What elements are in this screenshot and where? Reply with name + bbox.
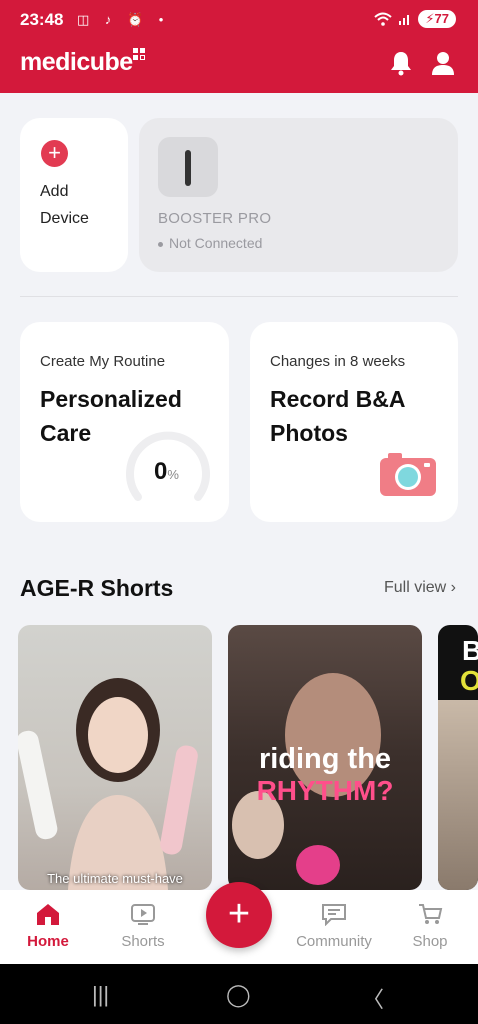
short-caption-line2: O [460,665,478,696]
cart-icon [419,904,443,924]
add-device-label: Add Device [40,183,89,227]
nav-label: Home [27,933,69,950]
add-fab-button[interactable]: + [206,882,272,948]
nav-label: Shorts [121,933,165,950]
top-bar: 23:48 ◫ ♪ ⏰ • ⚡77 medicube [0,0,478,93]
add-device-button[interactable]: + Add Device [20,118,128,272]
shorts-section-title: AGE-R Shorts [20,575,174,601]
short-video-card[interactable]: riding the RHYTHM? [228,625,422,890]
home-button-icon[interactable]: ◯ [226,982,251,1008]
short-caption-line2: RHYTHM? [256,775,394,806]
record-title: Record B&A Photos [270,386,405,446]
device-name: BOOSTER PRO [158,210,272,227]
status-bar: 23:48 ◫ ♪ ⏰ • ⚡77 [0,0,478,40]
system-nav-bar: ||| ◯ 〈 [0,964,478,1024]
wifi-icon [374,12,393,26]
record-subtitle: Changes in 8 weeks [270,353,406,370]
progress-value: 0% [154,458,179,485]
device-image [185,150,191,186]
battery-indicator: ⚡77 [418,10,456,28]
device-thumbnail [158,137,218,197]
full-view-link[interactable]: Full view › [384,579,456,597]
nav-shorts[interactable]: Shorts [95,890,191,964]
plus-icon: + [41,140,68,167]
status-icons: ◫ ♪ ⏰ • [77,12,170,27]
device-status: Not Connected [158,235,262,251]
short-caption-line1: B [462,635,478,666]
status-time: 23:48 [20,10,64,29]
short-video-card[interactable]: The ultimate must-have [18,625,212,890]
section-divider [20,296,458,297]
video-thumbnail [18,678,198,890]
short-caption: The ultimate must-have [47,871,183,886]
video-thumbnail [438,700,478,890]
status-right: ⚡77 [374,10,456,28]
play-icon [131,904,155,925]
routine-subtitle: Create My Routine [40,353,166,370]
home-icon [37,904,59,925]
back-icon[interactable]: 〈 [362,982,384,1014]
nav-label: Shop [412,933,448,950]
nav-home[interactable]: Home [0,890,96,964]
device-card-booster-pro[interactable]: BOOSTER PRO Not Connected [139,118,458,272]
chevron-right-icon: › [450,579,456,596]
chat-icon [322,904,346,926]
nav-label: Community [296,933,372,950]
user-icon[interactable] [431,50,455,76]
bell-icon[interactable] [389,50,413,76]
nav-shop[interactable]: Shop [382,890,478,964]
logo-mark-icon [133,48,146,61]
status-dot-icon [158,241,163,247]
nav-community[interactable]: Community [286,890,382,964]
app-logo: medicube [20,48,133,76]
record-photos-card[interactable]: Changes in 8 weeks Record B&A Photos [250,322,458,522]
personalized-care-card[interactable]: Create My Routine Personalized Care 0% [20,322,229,522]
short-video-card[interactable]: B O [438,625,478,890]
signal-icon [399,15,410,25]
recent-apps-icon[interactable]: ||| [92,982,109,1008]
short-caption-line1: riding the [258,743,392,775]
camera-icon [380,453,436,496]
